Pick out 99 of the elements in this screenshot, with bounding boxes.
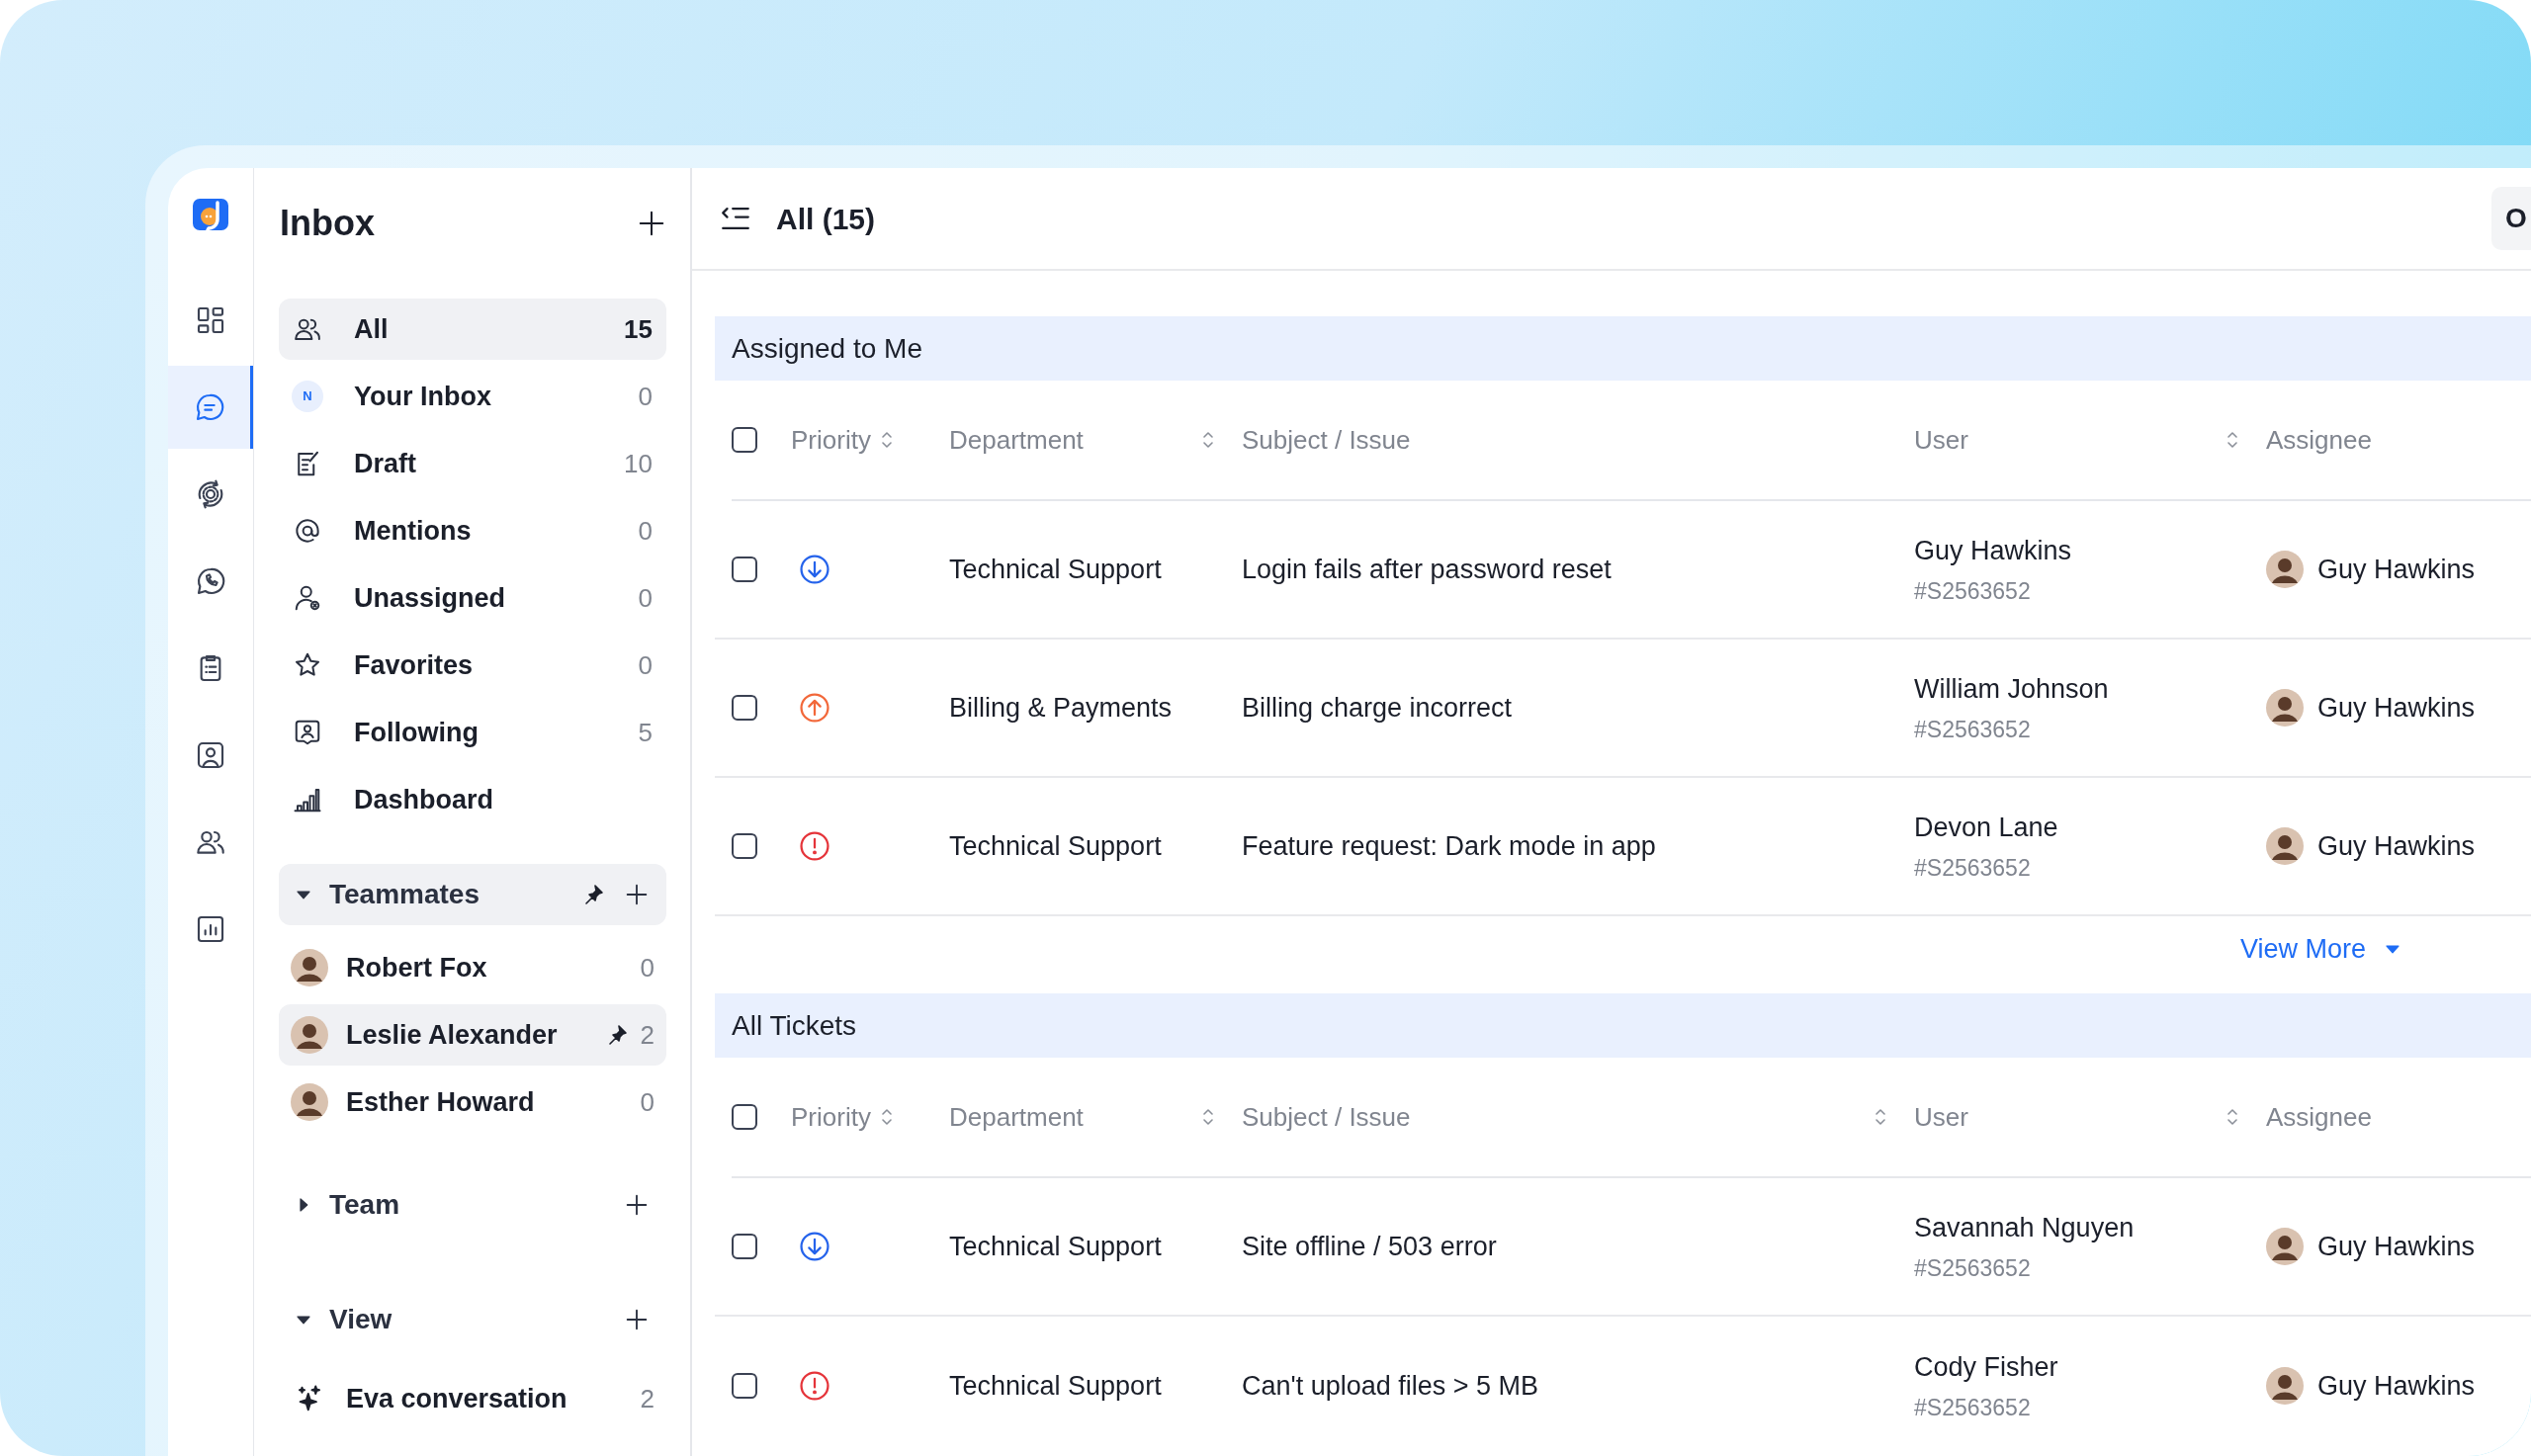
- view-title: All (15): [776, 201, 877, 237]
- table-cell: Technical Support: [949, 554, 1162, 584]
- item-label: Esther Howard: [346, 1085, 536, 1119]
- table-cell: Site offline / 503 error: [1242, 1231, 1497, 1261]
- item-label: Dashboard: [354, 783, 495, 816]
- assignee-name: Guy Hawkins: [2317, 553, 2476, 586]
- ticket-id: #S2563652: [1914, 716, 2032, 744]
- column-header: Department: [949, 1100, 1084, 1134]
- avatar: [291, 949, 328, 986]
- assignee-name: Guy Hawkins: [2317, 691, 2476, 725]
- avatar: [291, 1016, 328, 1054]
- column-header: Assignee: [2266, 1100, 2372, 1134]
- section-header[interactable]: Teammates: [279, 864, 666, 925]
- phone-icon: [195, 565, 226, 597]
- avatar: [2266, 1228, 2304, 1265]
- column-header: Priority: [791, 423, 871, 457]
- item-count: 2: [640, 1382, 655, 1415]
- table-cell: Feature request: Dark mode in app: [1242, 830, 1656, 861]
- avatar: [2266, 1367, 2304, 1405]
- checkbox[interactable]: [732, 427, 757, 453]
- item-label: Eva conversation: [346, 1382, 568, 1415]
- item-label: Favorites: [354, 648, 475, 682]
- item-count: 15: [624, 312, 653, 346]
- bar-chart-icon: [195, 913, 226, 945]
- user-name: Guy Hawkins: [1914, 534, 2073, 567]
- user-name: Cody Fisher: [1914, 1350, 2059, 1384]
- section-title: Teammates: [329, 878, 480, 911]
- user-card-icon: [293, 718, 322, 747]
- table-cell: Login fails after password reset: [1242, 554, 1612, 584]
- contact-icon: [195, 739, 226, 771]
- checkbox[interactable]: [732, 1373, 757, 1399]
- section-band: All Tickets: [715, 993, 2531, 1058]
- column-header: User: [1914, 423, 1968, 457]
- item-count: 0: [638, 581, 653, 615]
- column-header: Subject / Issue: [1242, 423, 1411, 457]
- section-title: Team: [329, 1188, 401, 1222]
- item-count: 0: [638, 514, 653, 548]
- user-name: Devon Lane: [1914, 811, 2059, 844]
- checkbox[interactable]: [732, 833, 757, 859]
- item-count: 0: [640, 951, 655, 985]
- assignee-name: Guy Hawkins: [2317, 1230, 2476, 1263]
- table-cell: Can't upload files > 5 MB: [1242, 1370, 1539, 1401]
- checkbox[interactable]: [732, 695, 757, 721]
- plus-icon[interactable]: [637, 209, 666, 238]
- item-label: Following: [354, 716, 480, 749]
- sort-icon[interactable]: [1200, 1108, 1216, 1126]
- table-cell: Billing charge incorrect: [1242, 692, 1513, 723]
- sort-icon[interactable]: [1200, 431, 1216, 449]
- ticket-id: #S2563652: [1914, 1394, 2032, 1422]
- item-label: All: [354, 312, 390, 346]
- sort-icon[interactable]: [1873, 1108, 1888, 1126]
- avatar: [291, 1083, 328, 1121]
- column-header: Department: [949, 423, 1084, 457]
- inbox-title: Inbox: [280, 202, 375, 245]
- avatar: [2266, 827, 2304, 865]
- item-count: 2: [640, 1018, 655, 1052]
- item-count: 0: [638, 380, 653, 413]
- item-label: Leslie Alexander: [346, 1018, 559, 1052]
- item-count: 0: [640, 1085, 655, 1119]
- at-icon: [293, 516, 322, 546]
- column-header: Assignee: [2266, 423, 2372, 457]
- avatar: [2266, 551, 2304, 588]
- ticket-id: #S2563652: [1914, 577, 2032, 606]
- ticket-id: #S2563652: [1914, 1254, 2032, 1283]
- user-x-icon: [293, 583, 322, 613]
- item-count: 5: [638, 716, 653, 749]
- initial-badge: N: [292, 381, 323, 412]
- avatar: [2266, 689, 2304, 727]
- item-label: Unassigned: [354, 581, 507, 615]
- assignee-name: Guy Hawkins: [2317, 1369, 2476, 1403]
- item-count: 10: [624, 447, 653, 480]
- section-title: View: [329, 1303, 393, 1336]
- sidebar-item[interactable]: Leslie Alexander 2: [279, 1004, 666, 1066]
- ticket-id: #S2563652: [1914, 854, 2032, 883]
- table-cell: Technical Support: [949, 830, 1162, 861]
- column-header: Subject / Issue: [1242, 1100, 1411, 1134]
- grid-icon: [195, 304, 226, 336]
- sort-icon[interactable]: [2225, 431, 2240, 449]
- assignee-name: Guy Hawkins: [2317, 829, 2476, 863]
- sidebar-item[interactable]: All 15: [279, 299, 666, 360]
- sort-icon[interactable]: [2225, 1108, 2240, 1126]
- user-name: Savannah Nguyen: [1914, 1211, 2136, 1244]
- item-label: Draft: [354, 447, 417, 480]
- item-label: Your Inbox: [354, 380, 492, 413]
- column-header: User: [1914, 1100, 1968, 1134]
- item-count: 0: [638, 648, 653, 682]
- checkbox[interactable]: [732, 557, 757, 582]
- view-more-link[interactable]: View More: [2240, 928, 2402, 970]
- table-cell: Technical Support: [949, 1231, 1162, 1261]
- section-band: Assigned to Me: [715, 316, 2531, 381]
- table-cell: Technical Support: [949, 1370, 1162, 1401]
- table-cell: Billing & Payments: [949, 692, 1173, 723]
- header-button[interactable]: O: [2491, 187, 2531, 250]
- column-header: Priority: [791, 1100, 871, 1134]
- user-name: William Johnson: [1914, 672, 2110, 706]
- checkbox[interactable]: [732, 1234, 757, 1259]
- item-label: Robert Fox: [346, 951, 488, 985]
- item-label: Mentions: [354, 514, 473, 548]
- checkbox[interactable]: [732, 1104, 757, 1130]
